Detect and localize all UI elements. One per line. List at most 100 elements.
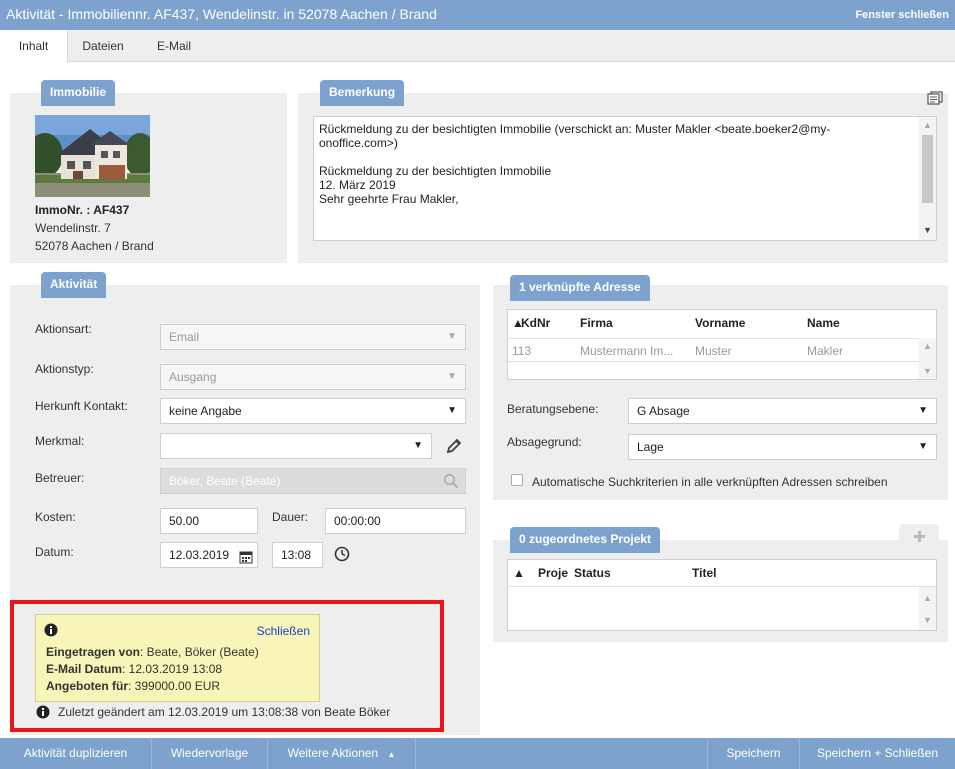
- chevron-up-icon: ▲: [387, 750, 396, 759]
- close-window-button[interactable]: Fenster schließen: [855, 9, 949, 21]
- chevron-down-icon: ▼: [447, 331, 457, 342]
- sort-asc-icon[interactable]: ▲: [513, 566, 525, 580]
- aktionsart-value: Email: [169, 330, 200, 344]
- cell-firma: Mustermann Im...: [580, 344, 674, 358]
- col-status[interactable]: Status: [574, 566, 611, 580]
- col-kdnr[interactable]: KdNr: [521, 316, 550, 330]
- immo-city: 52078 Aachen / Brand: [35, 239, 154, 253]
- wiedervorlage-button[interactable]: Wiedervorlage: [152, 738, 268, 769]
- info-icon: [44, 623, 58, 637]
- property-photo[interactable]: [35, 115, 150, 197]
- chevron-down-icon: ▼: [918, 441, 928, 452]
- immobilie-heading: Immobilie: [41, 80, 116, 106]
- email-datum-label: E-Mail Datum: [46, 662, 123, 676]
- herkunft-value: keine Angabe: [169, 404, 242, 418]
- save-button[interactable]: Speichern: [707, 738, 799, 769]
- tab-bar: Inhalt Dateien E-Mail: [0, 30, 955, 63]
- angeboten-line: Angeboten für: 399000.00 EUR: [46, 679, 220, 693]
- adressen-table-header: ▲ KdNr Firma Vorname Name: [508, 310, 936, 332]
- add-projekt-button[interactable]: [899, 524, 939, 548]
- duplicate-button[interactable]: Aktivität duplizieren: [0, 738, 152, 769]
- chevron-down-icon: ▼: [918, 405, 928, 416]
- immo-street: Wendelinstr. 7: [35, 221, 111, 235]
- eingetragen-value: : Beate, Böker (Beate): [140, 645, 259, 659]
- bemerkung-line: Rückmeldung zu der besichtigten Immobili…: [319, 122, 831, 136]
- tab-inhalt[interactable]: Inhalt: [0, 30, 68, 63]
- chevron-down-icon: ▼: [447, 405, 457, 416]
- weitere-aktionen-button[interactable]: Weitere Aktionen ▲: [268, 738, 416, 769]
- col-firma[interactable]: Firma: [580, 316, 613, 330]
- bemerkung-line: Sehr geehrte Frau Makler,: [319, 192, 459, 206]
- angeboten-value: : 399000.00 EUR: [128, 679, 221, 693]
- bemerkung-heading: Bemerkung: [320, 80, 405, 106]
- chevron-down-icon: ▼: [447, 371, 457, 382]
- aktionstyp-value: Ausgang: [169, 370, 217, 384]
- search-icon[interactable]: [443, 473, 459, 497]
- auto-suchkriterien-checkbox[interactable]: [511, 474, 523, 486]
- calendar-icon[interactable]: [239, 548, 253, 572]
- textarea-scrollbar[interactable]: ▲ ▼: [919, 117, 936, 240]
- table-row[interactable]: 113 Mustermann Im... Muster Makler: [508, 338, 919, 362]
- auto-suchkriterien-label: Automatische Suchkriterien in alle verkn…: [532, 475, 888, 489]
- email-datum-line: E-Mail Datum: 12.03.2019 13:08: [46, 662, 222, 676]
- aktionsart-label: Aktionsart:: [35, 322, 92, 336]
- window-titlebar: Aktivität - Immobiliennr. AF437, Wendeli…: [0, 0, 955, 30]
- projekt-table-header: ▲ Proje Status Titel: [508, 560, 936, 582]
- dauer-label: Dauer:: [272, 510, 309, 524]
- betreuer-value: Böker, Beate (Beate): [169, 474, 281, 488]
- zeit-input[interactable]: 13:08: [272, 542, 323, 568]
- absagegrund-value: Lage: [637, 440, 664, 454]
- betreuer-label: Betreuer:: [35, 471, 85, 485]
- beratungsebene-value: G Absage: [637, 404, 690, 418]
- kosten-input[interactable]: 50.00: [160, 508, 258, 534]
- eingetragen-label: Eingetragen von: [46, 645, 141, 659]
- aktionstyp-select[interactable]: Ausgang ▼: [160, 364, 466, 390]
- adressen-table: ▲ KdNr Firma Vorname Name 113 Mustermann…: [507, 309, 937, 380]
- herkunft-select[interactable]: keine Angabe ▼: [160, 398, 466, 424]
- bemerkung-textarea[interactable]: Rückmeldung zu der besichtigten Immobili…: [313, 116, 937, 241]
- window-title: Aktivität - Immobiliennr. AF437, Wendeli…: [6, 6, 437, 22]
- cell-kdnr: 113: [512, 344, 532, 358]
- beratungsebene-label: Beratungsebene:: [507, 402, 599, 416]
- angeboten-label: Angeboten für: [46, 679, 128, 693]
- table-scrollbar[interactable]: ▲ ▼: [919, 338, 936, 379]
- bottom-action-bar: Aktivität duplizieren Wiedervorlage Weit…: [0, 738, 955, 769]
- info-icon: [36, 705, 50, 719]
- cell-vorname: Muster: [695, 344, 732, 358]
- col-vorname[interactable]: Vorname: [695, 316, 745, 330]
- betreuer-input[interactable]: Böker, Beate (Beate): [160, 468, 466, 494]
- col-titel[interactable]: Titel: [692, 566, 716, 580]
- bemerkung-line: onoffice.com>): [319, 136, 398, 150]
- cell-name: Makler: [807, 344, 844, 358]
- save-close-button[interactable]: Speichern + Schließen: [799, 738, 955, 769]
- chevron-down-icon: ▼: [413, 440, 423, 451]
- dauer-input[interactable]: 00:00:00: [325, 508, 466, 534]
- tab-email[interactable]: E-Mail: [140, 30, 208, 62]
- projekt-table: ▲ Proje Status Titel ▲ ▼: [507, 559, 937, 631]
- merkmal-select[interactable]: ▼: [160, 433, 432, 459]
- clock-icon[interactable]: [334, 546, 350, 562]
- info-tooltip: Schließen Eingetragen von: Beate, Böker …: [35, 614, 320, 702]
- tab-dateien[interactable]: Dateien: [68, 30, 138, 62]
- pencil-icon[interactable]: [445, 437, 463, 455]
- absagegrund-label: Absagegrund:: [507, 435, 582, 449]
- kosten-label: Kosten:: [35, 510, 76, 524]
- info-close-link[interactable]: Schließen: [257, 624, 310, 638]
- datum-label: Datum:: [35, 545, 74, 559]
- notes-icon[interactable]: [927, 91, 943, 105]
- beratungsebene-select[interactable]: G Absage ▼: [628, 398, 937, 424]
- email-datum-value: : 12.03.2019 13:08: [122, 662, 223, 676]
- bemerkung-line: 12. März 2019: [319, 178, 396, 192]
- weitere-aktionen-label: Weitere Aktionen: [287, 746, 379, 760]
- plus-icon: [914, 531, 925, 542]
- last-changed-text: Zuletzt geändert am 12.03.2019 um 13:08:…: [58, 705, 391, 719]
- datum-input[interactable]: 12.03.2019: [160, 542, 258, 568]
- table-scrollbar[interactable]: ▲ ▼: [919, 587, 936, 630]
- eingetragen-line: Eingetragen von: Beate, Böker (Beate): [46, 645, 259, 659]
- herkunft-label: Herkunft Kontakt:: [35, 399, 128, 413]
- col-projekt[interactable]: Proje: [538, 566, 568, 580]
- aktionsart-select[interactable]: Email ▼: [160, 324, 466, 350]
- aktionstyp-label: Aktionstyp:: [35, 362, 94, 376]
- col-name[interactable]: Name: [807, 316, 840, 330]
- absagegrund-select[interactable]: Lage ▼: [628, 434, 937, 460]
